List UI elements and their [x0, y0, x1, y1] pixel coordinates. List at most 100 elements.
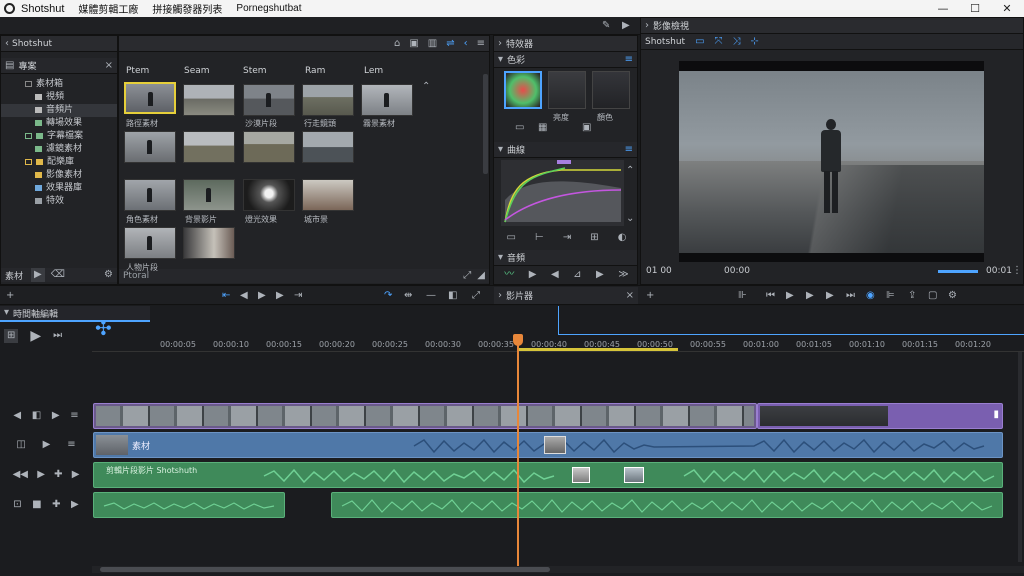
media-thumbnail[interactable]: [243, 131, 295, 163]
prev-marker-icon[interactable]: ⇤: [222, 289, 230, 303]
checkbox-icon[interactable]: [25, 158, 32, 165]
media-thumbnail[interactable]: [124, 227, 176, 259]
menu-item-1[interactable]: 媒體剪輯工廠: [78, 1, 138, 16]
media-thumbnail[interactable]: [243, 84, 295, 116]
collapse-icon[interactable]: ▾: [498, 251, 503, 265]
section-menu-icon[interactable]: ≡: [625, 143, 633, 157]
play-icon[interactable]: ▶: [258, 289, 266, 303]
mark-out-icon[interactable]: ⊫: [886, 289, 895, 303]
music-clip-2b[interactable]: [331, 492, 1003, 518]
media-thumbnail[interactable]: [124, 179, 176, 211]
column-header[interactable]: Stem: [243, 66, 267, 76]
video-clip-end[interactable]: ▮: [757, 403, 1003, 429]
forward-icon[interactable]: ≫: [618, 268, 628, 282]
media-thumbnail[interactable]: [183, 179, 235, 211]
mixer-icon[interactable]: ⊿: [573, 268, 581, 282]
audio-header[interactable]: ▾ 音頻: [494, 250, 637, 266]
media-thumbnail[interactable]: [361, 84, 413, 116]
column-header[interactable]: Ram: [305, 66, 325, 76]
add-keyframe-icon[interactable]: ✚: [54, 468, 62, 482]
menu-icon[interactable]: ≡: [477, 37, 485, 51]
audio-level-icon[interactable]: ◧: [448, 289, 457, 303]
tool-icon[interactable]: ⊢: [535, 231, 544, 245]
playhead-handle[interactable]: [513, 334, 523, 346]
link-icon[interactable]: ⇌: [446, 37, 454, 51]
snap-icon[interactable]: ✣: [95, 318, 112, 338]
split-icon[interactable]: ⇹: [404, 289, 412, 303]
tree-item[interactable]: 特效: [1, 195, 117, 208]
music-clip-1[interactable]: 剪輯片段影片 Shotshuth: [93, 462, 1003, 488]
tree-item[interactable]: 視頻: [1, 91, 117, 104]
playhead[interactable]: [517, 334, 519, 566]
mute-icon[interactable]: ■: [32, 498, 41, 512]
media-scrollbar[interactable]: [483, 74, 488, 174]
step-back-icon[interactable]: ◀: [240, 289, 248, 303]
maximize-button[interactable]: ☐: [960, 0, 990, 17]
waveform-icon[interactable]: 〰: [504, 268, 514, 282]
audio-clip-marker[interactable]: [544, 436, 566, 454]
sort-up-icon[interactable]: ⌃: [422, 80, 430, 94]
step-forward-icon[interactable]: ▶: [276, 289, 284, 303]
step-forward-icon[interactable]: ▶: [71, 498, 79, 512]
color-swatch[interactable]: [592, 71, 630, 109]
media-thumbnail[interactable]: [243, 179, 295, 211]
curves-header[interactable]: ▾ 曲線 ≡: [494, 142, 637, 158]
fit-icon[interactable]: ▭: [695, 35, 704, 49]
project-tab[interactable]: ▤ 專案 ×: [1, 58, 117, 74]
media-thumbnail[interactable]: [183, 131, 235, 163]
wrench-icon[interactable]: ✎: [602, 19, 610, 33]
audio-clip[interactable]: 素材: [93, 432, 1003, 458]
tree-item[interactable]: 音頻片: [1, 104, 117, 117]
section-menu-icon[interactable]: ≡: [625, 53, 633, 67]
timeline-scrollbar-thumb[interactable]: [100, 567, 550, 572]
color-wheel[interactable]: [504, 71, 542, 109]
tree-item[interactable]: 配樂庫: [1, 156, 117, 169]
fast-forward-icon[interactable]: ▶: [826, 289, 834, 303]
music-clip-marker[interactable]: [572, 467, 590, 483]
calendar-icon[interactable]: ▣: [409, 37, 418, 51]
trash-icon[interactable]: ⌫: [51, 268, 65, 282]
add-keyframe-icon[interactable]: ✚: [52, 498, 60, 512]
column-header[interactable]: Ptem: [126, 66, 149, 76]
add-icon[interactable]: +: [646, 289, 654, 303]
menu-icon[interactable]: ≡: [67, 438, 75, 452]
track-layout-icon[interactable]: ⊞: [4, 329, 19, 343]
timeline-scrollbar-track[interactable]: [92, 566, 1024, 573]
skip-forward-icon[interactable]: ⏭: [846, 289, 855, 303]
tree-item[interactable]: 字幕檔案: [1, 130, 117, 143]
play-forward-icon[interactable]: ▶: [806, 289, 814, 303]
timeline-vertical-scrollbar[interactable]: [1018, 352, 1022, 562]
arrow-right-icon[interactable]: ›: [498, 37, 502, 51]
media-thumbnail[interactable]: [302, 84, 354, 116]
timeline-tab[interactable]: ▾ 時間軸編輯: [0, 306, 150, 322]
step-forward-icon[interactable]: ▶: [52, 409, 60, 423]
export-icon[interactable]: ⇪: [908, 289, 916, 303]
collapse-icon[interactable]: ▾: [498, 143, 503, 157]
tool-icon[interactable]: ⇥: [563, 231, 571, 245]
next-marker-icon[interactable]: ⇥: [294, 289, 302, 303]
folder-open-icon[interactable]: ▥: [428, 37, 437, 51]
play-icon[interactable]: ▶: [30, 329, 41, 343]
tree-item[interactable]: 效果器庫: [1, 182, 117, 195]
close-tab-icon[interactable]: ×: [105, 59, 113, 73]
music-clip-marker[interactable]: [624, 467, 644, 483]
brightness-swatch[interactable]: [548, 71, 586, 109]
music-clip-2a[interactable]: [93, 492, 285, 518]
clip-end-icon[interactable]: ▮: [993, 408, 999, 422]
menu-item-3[interactable]: Pornegshutbat: [236, 3, 301, 14]
play-icon[interactable]: ▶: [31, 268, 45, 282]
reset-icon[interactable]: ▭: [515, 121, 524, 135]
copy-icon[interactable]: ▣: [582, 121, 591, 135]
loop-icon[interactable]: ↷: [384, 289, 392, 303]
close-icon[interactable]: ×: [626, 289, 634, 303]
tree-item[interactable]: 濾鏡素材: [1, 143, 117, 156]
crop-icon[interactable]: ⤧: [715, 35, 723, 49]
back-icon[interactable]: ‹: [5, 37, 9, 51]
curve-up-icon[interactable]: ⌃: [626, 164, 634, 178]
play-small-icon[interactable]: ▶: [622, 19, 630, 33]
rewind-icon[interactable]: ◀◀: [13, 468, 28, 482]
curve-down-icon[interactable]: ⌄: [626, 212, 634, 226]
more-icon[interactable]: ⋮: [1012, 264, 1022, 278]
column-header[interactable]: Lem: [364, 66, 383, 76]
speaker-icon[interactable]: ◀: [551, 268, 559, 282]
